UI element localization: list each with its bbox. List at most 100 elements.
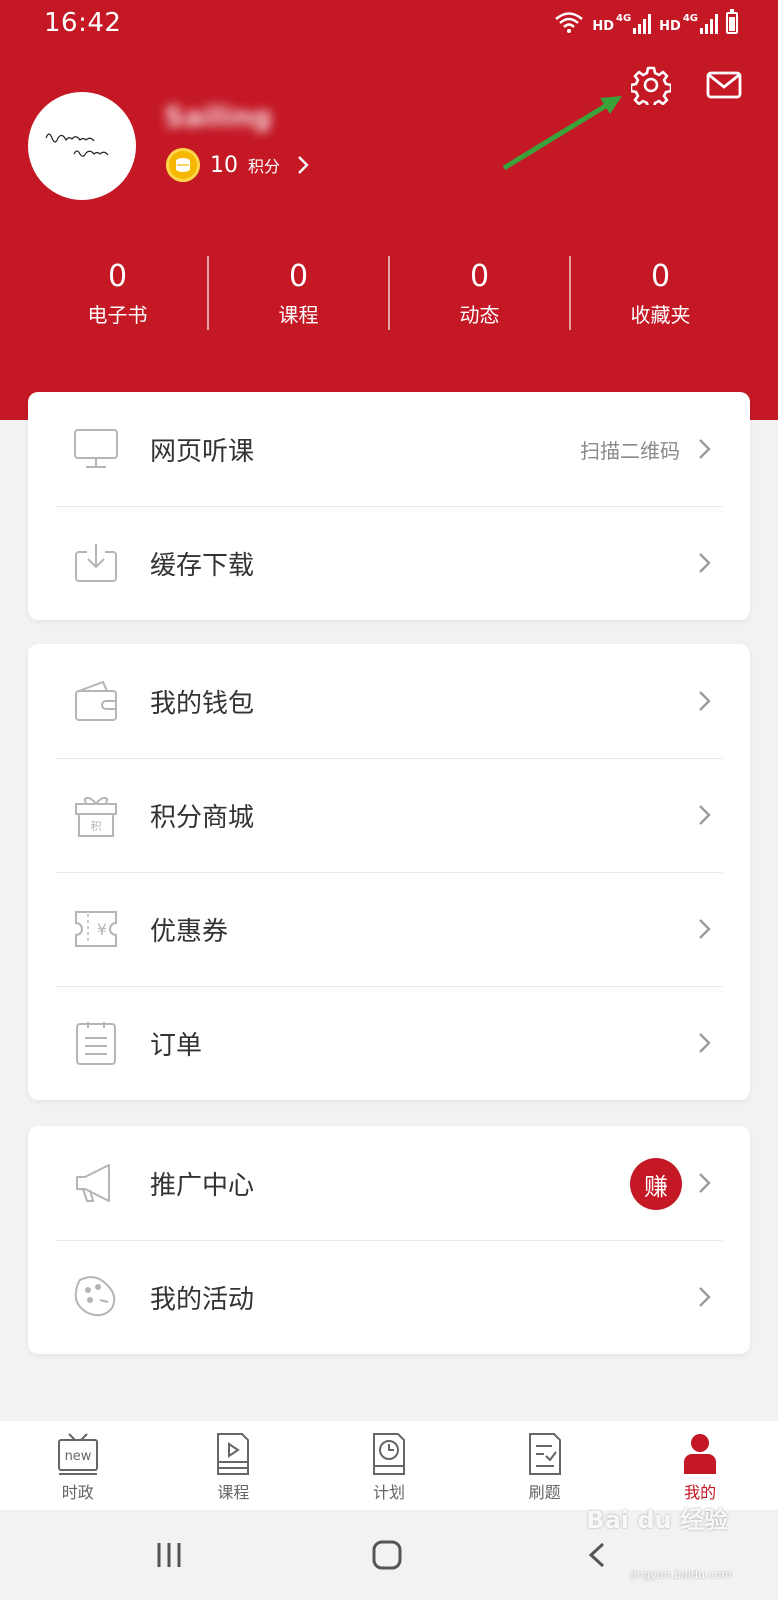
chevron-right-icon [699,1033,711,1053]
username: Sailing [164,100,272,133]
menu-item-wallet[interactable]: 我的钱包 [28,644,750,758]
order-icon [72,1019,120,1067]
home-button[interactable] [362,1532,412,1578]
signal-1: HD 4G [592,12,652,34]
course-icon [211,1431,255,1477]
annotation-arrow [502,96,622,171]
news-tv-icon: new [56,1431,100,1477]
menu-card-promotion: 推广中心 赚 我的活动 [28,1126,750,1354]
menu-card-learning: 网页听课 扫描二维码 缓存下载 [28,392,750,620]
stat-value: 0 [107,258,128,294]
menu-card-account: 我的钱包 积 积分商城 ¥ 优惠券 订单 [28,644,750,1100]
tab-plan[interactable]: 计划 [311,1421,467,1510]
signal-bars-icon [633,12,652,34]
chevron-right-icon [699,439,711,459]
status-icons: HD 4G HD 4G [554,9,738,34]
recent-apps-button[interactable] [144,1532,194,1578]
points-link[interactable]: 10 积分 [166,148,310,182]
svg-text:new: new [64,1449,91,1464]
chevron-right-icon [699,919,711,939]
stats-bar: 0 电子书 0 课程 0 动态 0 收藏夹 [28,256,750,330]
chevron-right-icon [699,1287,711,1307]
menu-item-web-class[interactable]: 网页听课 扫描二维码 [28,392,750,506]
menu-item-coupons[interactable]: ¥ 优惠券 [28,872,750,986]
recent-apps-icon [157,1543,181,1567]
back-icon [588,1542,605,1568]
network-label-2: 4G [682,13,698,24]
home-icon [372,1540,402,1570]
stat-feeds[interactable]: 0 动态 [390,256,571,330]
tab-me[interactable]: 我的 [622,1421,778,1510]
menu-item-promotion-center[interactable]: 推广中心 赚 [28,1126,750,1240]
coupon-icon: ¥ [72,905,120,953]
megaphone-icon [72,1159,120,1207]
menu-item-my-activities[interactable]: 我的活动 [28,1240,750,1354]
menu-item-label: 订单 [150,1030,203,1061]
network-label-1: 4G [615,13,632,24]
menu-item-orders[interactable]: 订单 [28,986,750,1100]
points-unit: 积分 [248,157,281,176]
menu-item-label: 缓存下载 [150,550,255,581]
svg-text:积: 积 [91,820,102,833]
signal-2: HD 4G [659,12,718,34]
menu-item-download-cache[interactable]: 缓存下载 [28,506,750,620]
scan-qr-hint: 扫描二维码 [580,438,680,463]
status-bar: 16:42 HD 4G HD 4G [0,0,778,48]
stat-courses[interactable]: 0 课程 [209,256,390,330]
hd-label-2: HD [659,19,681,34]
stat-label: 课程 [278,302,319,327]
chevron-right-icon [699,691,711,711]
plan-icon [367,1431,411,1477]
menu-item-label: 优惠券 [150,916,229,947]
wallet-icon [72,677,120,725]
exercise-icon [523,1431,567,1477]
tab-courses[interactable]: 课程 [156,1421,312,1510]
battery-icon [726,9,738,34]
tab-label: 时政 [61,1483,94,1502]
mail-icon [706,71,742,99]
stat-label: 收藏夹 [630,302,691,327]
chevron-right-icon [699,1173,711,1193]
profile-header: 16:42 HD 4G HD 4G Sailing 10 积分 0 电子书 0 … [0,0,778,420]
settings-button[interactable] [628,62,674,108]
menu-item-label: 我的活动 [150,1284,255,1315]
signal-bars-icon [700,12,718,34]
stat-favorites[interactable]: 0 收藏夹 [571,256,750,330]
stat-value: 0 [288,258,309,294]
tab-exercises[interactable]: 刷题 [467,1421,623,1510]
avatar-handwriting-image [45,133,109,157]
menu-item-points-mall[interactable]: 积 积分商城 [28,758,750,872]
bottom-tab-bar: new 时政 课程 计划 刷题 我的 [0,1420,778,1510]
chevron-right-icon [298,156,309,174]
monitor-icon [72,425,120,473]
tab-label: 计划 [372,1483,405,1502]
coin-icon [166,148,200,182]
back-button[interactable] [572,1532,622,1578]
stat-label: 电子书 [87,302,148,327]
menu-item-label: 积分商城 [150,802,255,833]
stat-ebooks[interactable]: 0 电子书 [28,256,209,330]
avatar[interactable] [28,92,136,200]
profile-icon [678,1431,722,1477]
tab-news[interactable]: new 时政 [0,1421,156,1510]
earn-badge: 赚 [630,1158,682,1210]
tab-label: 刷题 [528,1483,561,1502]
status-time: 16:42 [44,8,122,38]
stat-value: 0 [469,258,490,294]
points-value: 10 [210,152,238,178]
wifi-icon [555,12,584,33]
watermark-brand: Bai du 经验 [586,1506,728,1534]
message-button[interactable] [701,62,747,108]
menu-item-label: 网页听课 [150,436,255,467]
activity-icon [72,1273,120,1321]
chevron-right-icon [699,805,711,825]
menu-item-label: 推广中心 [150,1170,255,1201]
download-icon [72,539,120,587]
gift-icon: 积 [72,791,120,839]
menu-item-label: 我的钱包 [150,688,255,719]
hd-label-1: HD [592,19,614,34]
tab-label: 课程 [217,1483,250,1502]
stat-label: 动态 [459,302,500,327]
chevron-right-icon [699,553,711,573]
gear-icon [631,66,671,105]
